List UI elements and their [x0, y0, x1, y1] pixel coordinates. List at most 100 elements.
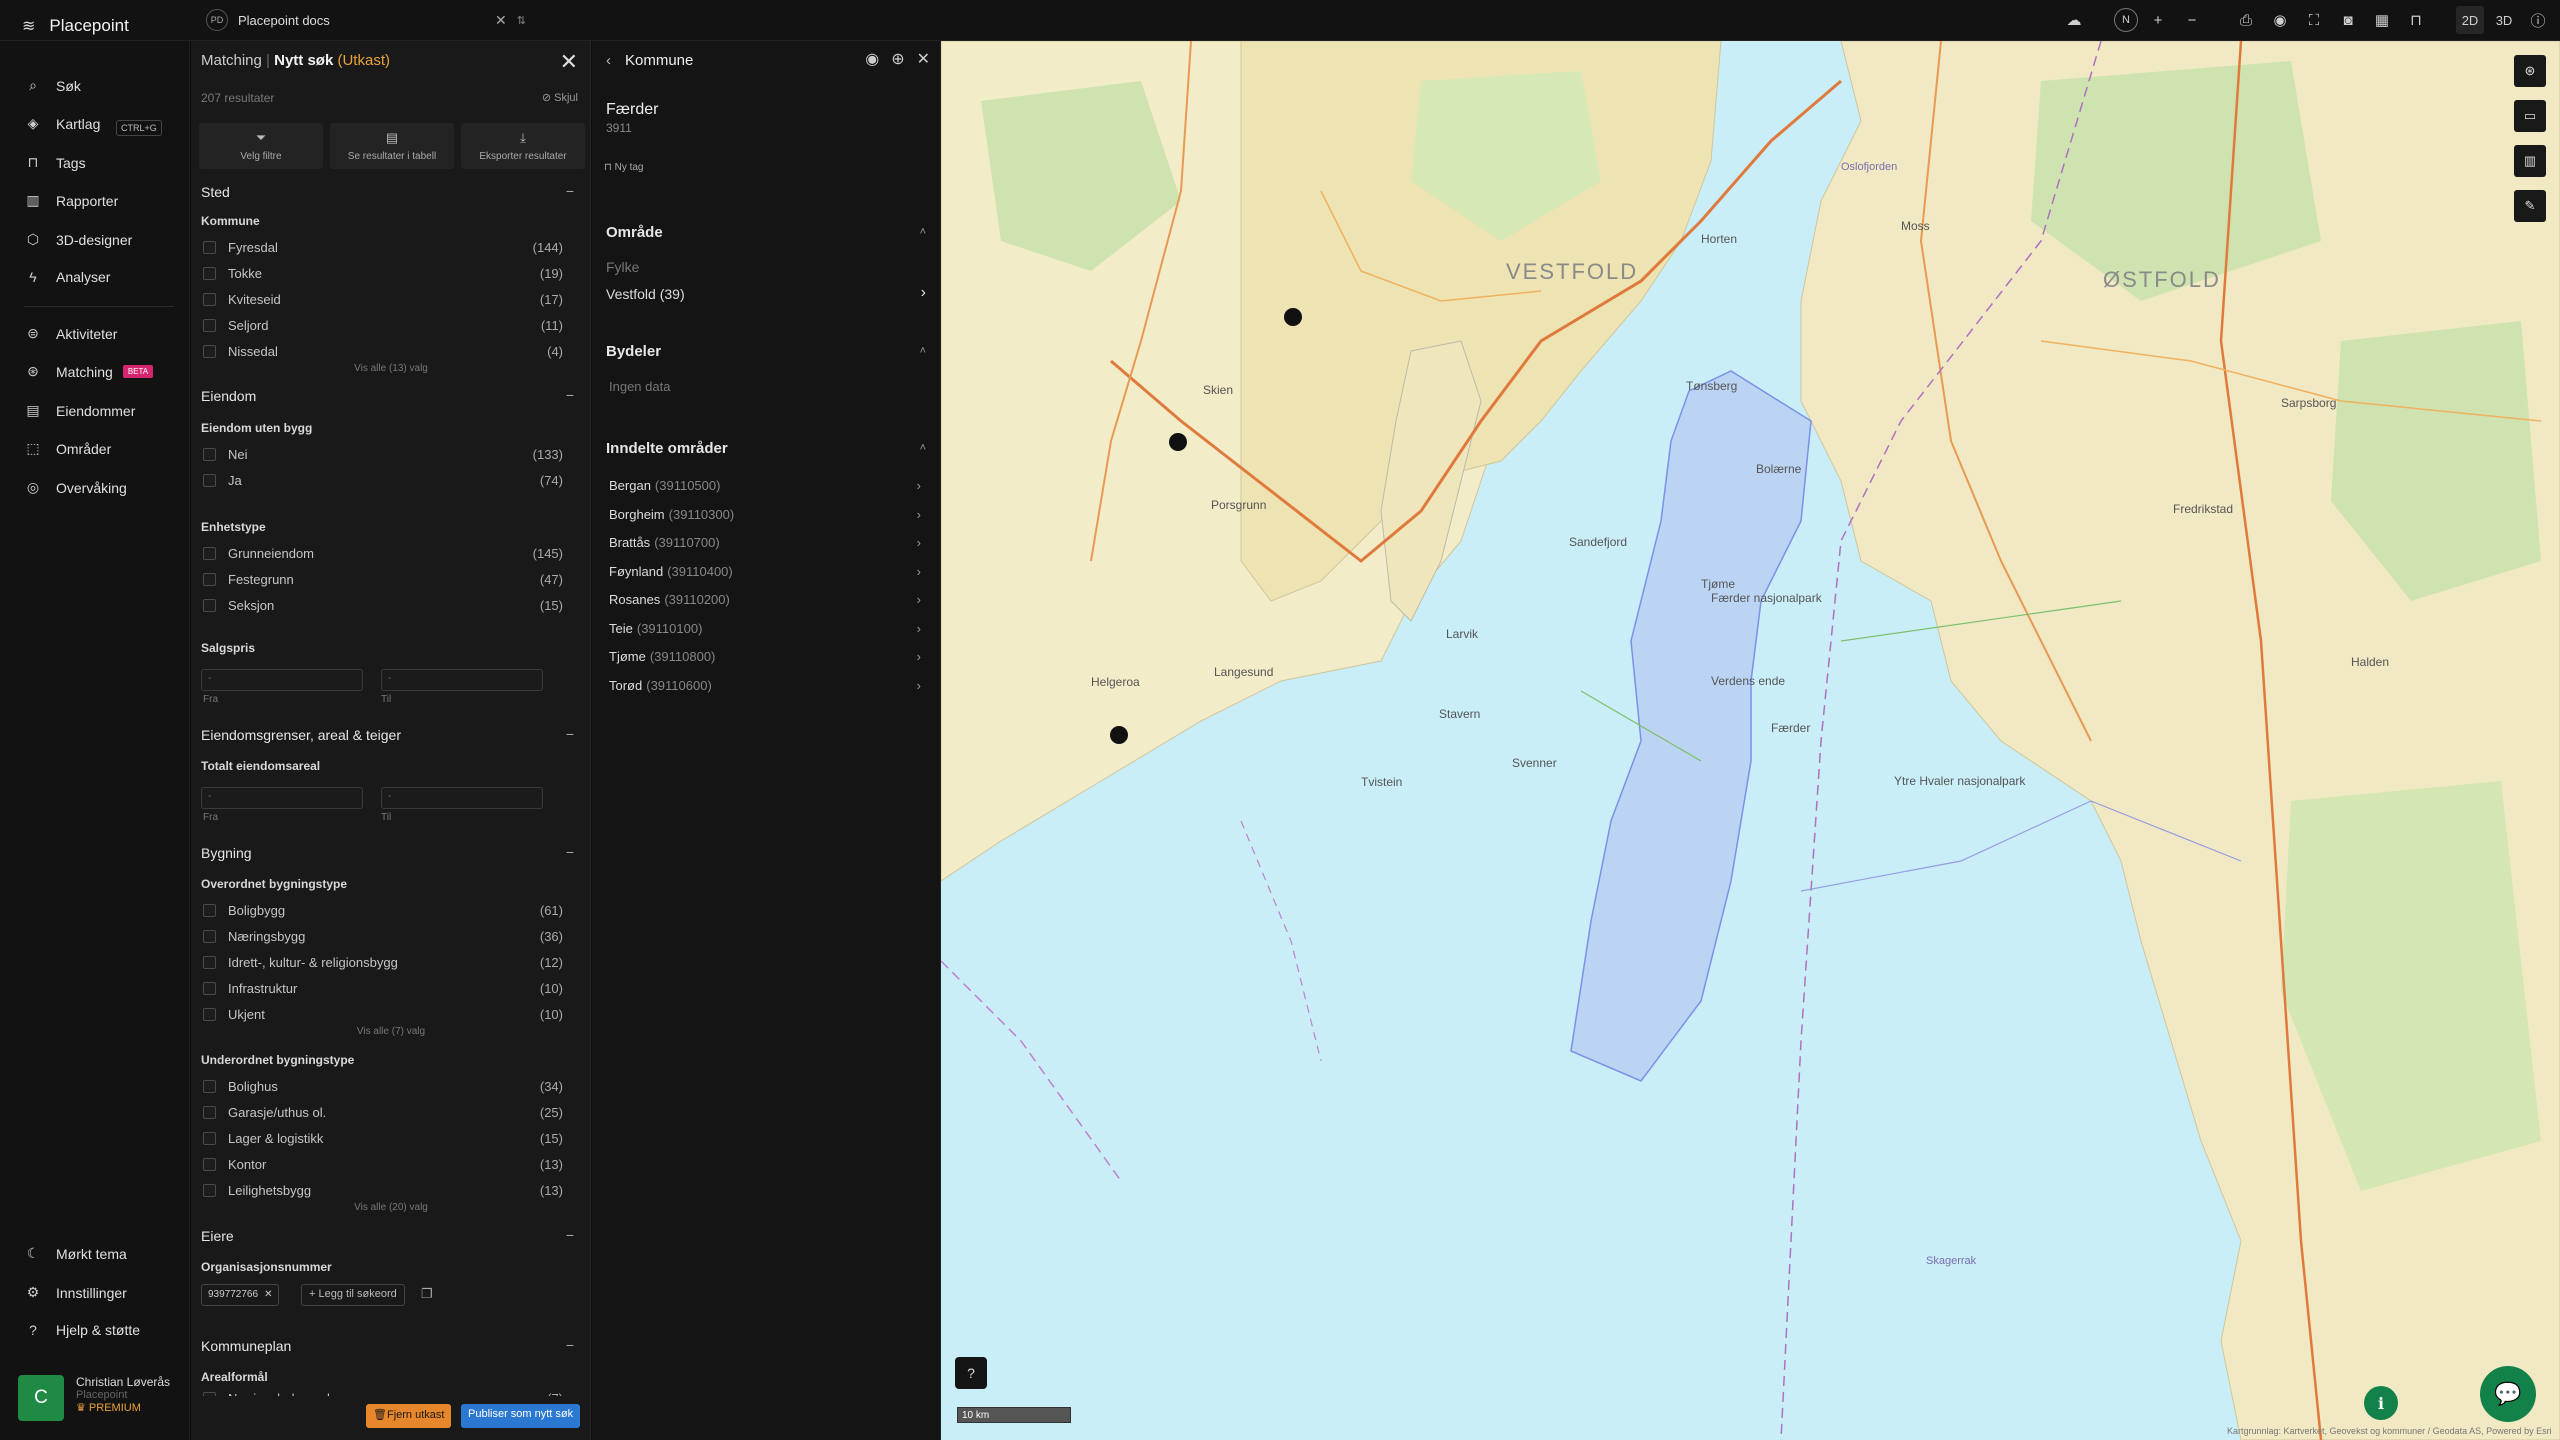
show-all-link[interactable]: Vis alle (7) valg — [191, 1026, 590, 1037]
checkbox[interactable] — [203, 1008, 216, 1021]
export-results-button[interactable]: ⤓ Eksporter resultater — [461, 123, 585, 169]
collapse-icon[interactable]: − — [566, 726, 574, 742]
list-item[interactable]: Tjøme (39110800) › — [609, 649, 921, 664]
nav-item-tags[interactable]: ⊓ Tags — [24, 154, 86, 171]
zoom-in-button[interactable]: + — [2144, 6, 2172, 34]
map-view[interactable]: VESTFOLD ØSTFOLD Skien Porsgrunn Larvik … — [941, 41, 2560, 1440]
nav-item-search[interactable]: ⌕ Søk — [24, 77, 81, 94]
checkbox[interactable] — [203, 1106, 216, 1119]
table-results-button[interactable]: ▤ Se resultater i tabell — [330, 123, 454, 169]
list-item[interactable]: Rosanes (39110200) › — [609, 592, 921, 607]
collapse-icon[interactable]: − — [566, 1337, 574, 1353]
area-from-input[interactable]: - — [201, 787, 363, 809]
chart-button[interactable]: ▥ — [2514, 145, 2546, 177]
clear-icon[interactable]: ✕ — [495, 12, 507, 29]
checkbox[interactable] — [203, 241, 216, 254]
close-icon[interactable]: ✕ — [560, 49, 578, 75]
map-help-button[interactable]: ? — [955, 1357, 987, 1389]
checkbox-option[interactable]: Tokke (19) — [203, 266, 563, 281]
checkbox-option[interactable]: Infrastruktur (10) — [203, 981, 563, 996]
section-bydeler[interactable]: Bydeler — [606, 343, 661, 360]
close-icon[interactable]: ✕ — [917, 49, 930, 69]
chevron-up-icon[interactable]: ˄ — [920, 442, 926, 454]
checkbox[interactable] — [203, 1184, 216, 1197]
zoom-out-button[interactable]: − — [2178, 6, 2206, 34]
checkbox-option[interactable]: Seksjon (15) — [203, 598, 563, 613]
list-item[interactable]: Torød (39110600) › — [609, 678, 921, 693]
delete-draft-button[interactable]: 🗑Fjern utkast — [366, 1404, 452, 1428]
checkbox[interactable] — [203, 1080, 216, 1093]
hide-toggle[interactable]: ⊘ Skjul — [542, 91, 578, 104]
collapse-icon[interactable]: − — [566, 844, 574, 860]
checkbox-option[interactable]: Idrett-, kultur- & religionsbygg (12) — [203, 955, 563, 970]
checkbox-option[interactable]: Næringsbygg (36) — [203, 929, 563, 944]
section-kommuneplan[interactable]: Kommuneplan — [201, 1338, 291, 1354]
nav-item-aktiviteter[interactable]: ⊜ Aktiviteter — [24, 325, 117, 342]
checkbox[interactable] — [203, 319, 216, 332]
nav-item-kartlag[interactable]: ◈ Kartlag — [24, 115, 101, 132]
fylke-value[interactable]: Vestfold (39) — [606, 286, 685, 302]
nav-item-overvaking[interactable]: ◎ Overvåking — [24, 479, 127, 496]
nav-item-settings[interactable]: ⚙ Innstillinger — [24, 1284, 127, 1301]
collapse-icon[interactable]: − — [566, 1227, 574, 1243]
checkbox-option[interactable]: Festegrunn (47) — [203, 572, 563, 587]
publish-search-button[interactable]: Publiser som nytt søk — [461, 1404, 581, 1428]
list-item[interactable]: Føynland (39110400) › — [609, 564, 921, 579]
remove-chip-icon[interactable]: ✕ — [264, 1289, 272, 1300]
layers-toggle-icon[interactable]: ☁ — [2060, 6, 2088, 34]
add-keyword-button[interactable]: + Legg til søkeord — [301, 1284, 405, 1306]
checkbox[interactable] — [203, 267, 216, 280]
price-to-input[interactable]: - — [381, 669, 543, 691]
chevron-updown-icon[interactable]: ⇅ — [517, 14, 526, 27]
eye-icon[interactable]: ◉ — [2266, 6, 2294, 34]
section-eiendom[interactable]: Eiendom — [201, 388, 256, 404]
checkbox[interactable] — [203, 345, 216, 358]
section-eiere[interactable]: Eiere — [201, 1228, 234, 1244]
nav-item-3d-designer[interactable]: ⬡ 3D-designer — [24, 231, 132, 248]
new-tag-button[interactable]: ⊓ Ny tag — [604, 162, 644, 173]
target-icon[interactable]: ⊕ — [891, 49, 904, 69]
checkbox-option[interactable]: Seljord (11) — [203, 318, 563, 333]
checkbox[interactable] — [203, 956, 216, 969]
print-icon[interactable]: ⎙ — [2232, 6, 2260, 34]
nav-item-help[interactable]: ? Hjelp & støtte — [24, 1322, 140, 1338]
user-profile[interactable]: C Christian Løverås Placepoint ♛ PREMIUM — [18, 1375, 170, 1421]
checkbox-option[interactable]: Grunneiendom (145) — [203, 546, 563, 561]
price-from-input[interactable]: - — [201, 669, 363, 691]
breadcrumb[interactable]: Matching — [201, 52, 262, 69]
list-item[interactable]: Bergan (39110500) › — [609, 478, 921, 493]
checkbox[interactable] — [203, 930, 216, 943]
select-filters-button[interactable]: ⏷ Velg filtre — [199, 123, 323, 169]
checkbox-option[interactable]: Fyresdal (144) — [203, 240, 563, 255]
eye-icon[interactable]: ◉ — [865, 49, 879, 69]
checkbox-option[interactable]: Kviteseid (17) — [203, 292, 563, 307]
mode-3d-button[interactable]: 3D — [2490, 6, 2518, 34]
checkbox[interactable] — [203, 547, 216, 560]
bookmark-icon[interactable]: ⊓ — [2402, 6, 2430, 34]
area-to-input[interactable]: - — [381, 787, 543, 809]
section-bygning[interactable]: Bygning — [201, 845, 252, 861]
section-inndelte[interactable]: Inndelte områder — [606, 440, 728, 457]
north-compass-button[interactable]: N — [2114, 8, 2138, 32]
document-selector[interactable]: PD Placepoint docs ✕ ⇅ — [206, 5, 526, 35]
grid-icon[interactable]: ▦ — [2368, 6, 2396, 34]
checkbox-option[interactable]: Kontor (13) — [203, 1157, 563, 1172]
edit-button[interactable]: ✎ — [2514, 190, 2546, 222]
camera-icon[interactable]: ◙ — [2334, 6, 2362, 34]
checkbox[interactable] — [203, 904, 216, 917]
checkbox[interactable] — [203, 1158, 216, 1171]
collapse-icon[interactable]: − — [566, 387, 574, 403]
map-info-button[interactable]: i — [2364, 1386, 2398, 1420]
checkbox-option[interactable]: Nissedal (4) — [203, 344, 563, 359]
nav-item-eiendommer[interactable]: ▤ Eiendommer — [24, 402, 135, 419]
checkbox-option[interactable]: Nei (133) — [203, 447, 563, 462]
nav-item-rapporter[interactable]: ▥ Rapporter — [24, 192, 118, 209]
list-item[interactable]: Borgheim (39110300) › — [609, 507, 921, 522]
back-icon[interactable]: ‹ — [606, 52, 611, 69]
checkbox-option[interactable]: Ja (74) — [203, 473, 563, 488]
checkbox-option[interactable]: Lager & logistikk (15) — [203, 1131, 563, 1146]
chevron-up-icon[interactable]: ˄ — [920, 226, 926, 238]
checkbox-option[interactable]: Garasje/uthus ol. (25) — [203, 1105, 563, 1120]
chat-button[interactable]: 💬 — [2480, 1366, 2536, 1422]
checkbox-option[interactable]: Ukjent (10) — [203, 1007, 563, 1022]
